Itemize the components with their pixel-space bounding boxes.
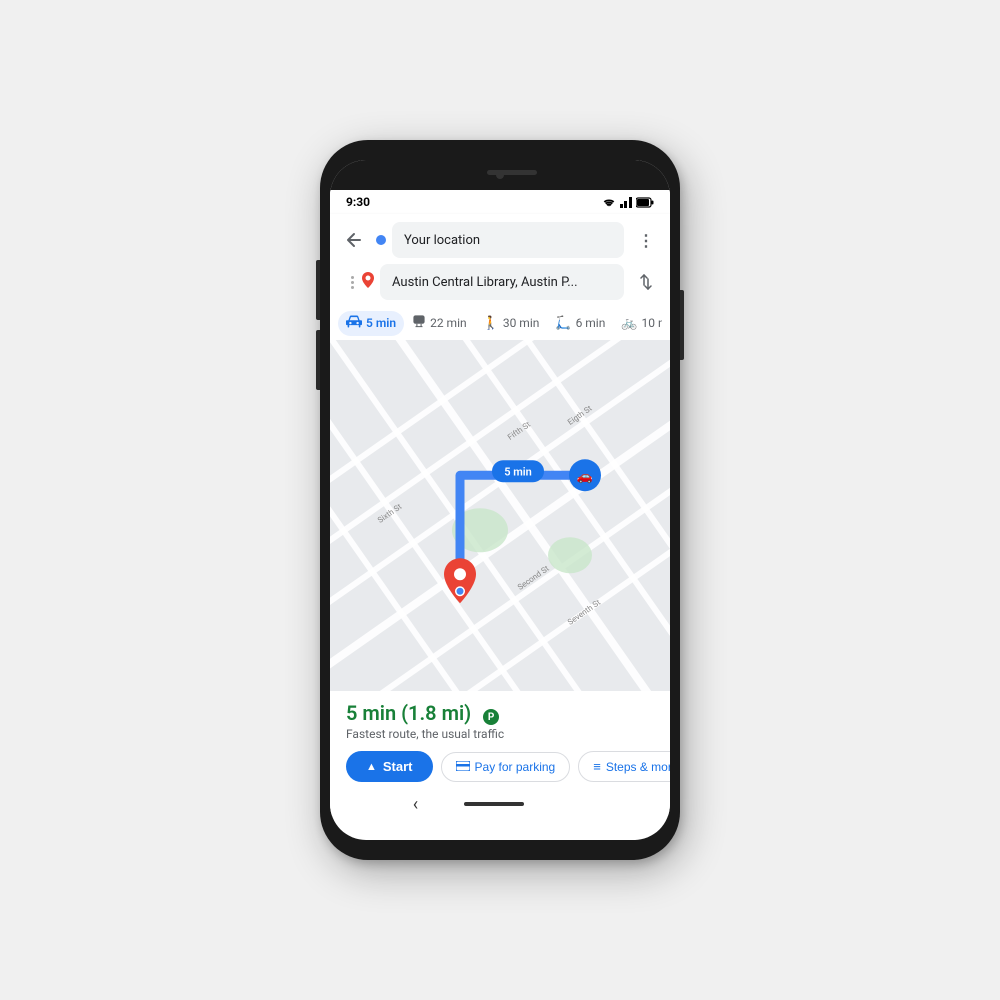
phone-nav-bar: ‹	[330, 792, 670, 816]
speaker-grille	[487, 170, 537, 175]
phone-device: 9:30	[320, 140, 680, 860]
origin-text: Your location	[404, 233, 480, 248]
scooter-time: 6 min	[576, 316, 606, 330]
start-icon: ▲	[366, 761, 377, 773]
drive-icon	[346, 315, 362, 332]
search-row: Your location ⋮	[338, 222, 662, 258]
bottom-panel: 5 min (1.8 mi) P Fastest route, the usua…	[330, 691, 670, 793]
svg-text:🚗: 🚗	[577, 469, 593, 484]
phone-top-notch	[330, 160, 670, 190]
destination-pin-icon	[362, 272, 374, 292]
steps-more-button[interactable]: ≡ Steps & more	[578, 751, 670, 782]
status-time: 9:30	[346, 195, 370, 209]
connector-dot-3	[351, 286, 354, 289]
start-label: Start	[383, 759, 413, 774]
more-icon: ⋮	[638, 231, 654, 250]
wifi-icon	[602, 197, 616, 208]
status-icons	[602, 197, 654, 208]
nav-home-pill[interactable]	[464, 802, 524, 806]
more-options-button[interactable]: ⋮	[630, 224, 662, 256]
walk-time: 30 min	[503, 316, 540, 330]
steps-label: Steps & more	[606, 760, 670, 774]
destination-input[interactable]: Austin Central Library, Austin P...	[380, 264, 624, 300]
start-button[interactable]: ▲ Start	[346, 751, 433, 782]
pay-parking-icon	[456, 760, 470, 774]
transit-time: 22 min	[430, 316, 467, 330]
destination-row: Austin Central Library, Austin P...	[338, 264, 662, 300]
drive-time: 5 min	[366, 316, 396, 330]
nav-back-arrow[interactable]: ‹	[413, 794, 418, 815]
route-time-text: 5 min (1.8 mi)	[346, 701, 471, 725]
swap-directions-button[interactable]	[630, 266, 662, 298]
destination-text: Austin Central Library, Austin P...	[392, 275, 578, 290]
route-info: 5 min (1.8 mi) P	[346, 701, 654, 726]
signal-icon	[620, 197, 632, 208]
steps-icon: ≡	[593, 759, 601, 774]
phone-screen: 9:30	[330, 160, 670, 840]
tab-driving[interactable]: 5 min	[338, 311, 404, 336]
origin-input[interactable]: Your location	[392, 222, 624, 258]
battery-icon	[636, 197, 654, 208]
scooter-icon: 🛴	[555, 316, 571, 331]
connector-dot-1	[351, 276, 354, 279]
action-buttons: ▲ Start Pay for parking ≡ Steps & more	[346, 751, 654, 782]
transport-tabs: 5 min 22 min 🚶 30 min 🛴 6 min	[338, 306, 662, 340]
route-connector	[351, 276, 354, 289]
status-bar: 9:30	[330, 190, 670, 214]
tab-walk[interactable]: 🚶 30 min	[475, 312, 548, 335]
svg-text:5 min: 5 min	[504, 465, 532, 478]
pay-parking-button[interactable]: Pay for parking	[441, 752, 571, 782]
nav-header: Your location ⋮	[330, 214, 670, 340]
back-button[interactable]	[338, 224, 370, 256]
pay-parking-label: Pay for parking	[475, 760, 556, 774]
connector-dot-2	[351, 281, 354, 284]
walk-icon: 🚶	[483, 316, 499, 331]
route-time: 5 min (1.8 mi)	[346, 701, 471, 725]
tab-scooter[interactable]: 🛴 6 min	[547, 312, 613, 335]
map-svg: Sixth St Second St Seventh St Eigth St F…	[330, 340, 670, 691]
tab-bike[interactable]: 🚲 10 m	[613, 312, 662, 335]
origin-dot	[376, 235, 386, 245]
tab-transit[interactable]: 22 min	[404, 310, 475, 336]
route-subtitle: Fastest route, the usual traffic	[346, 727, 654, 741]
bike-time: 10 m	[642, 316, 662, 330]
map-view[interactable]: Sixth St Second St Seventh St Eigth St F…	[330, 340, 670, 691]
parking-icon: P	[483, 709, 499, 725]
transit-icon	[412, 314, 426, 332]
bike-icon: 🚲	[621, 316, 637, 331]
screen-content: 9:30	[330, 190, 670, 816]
